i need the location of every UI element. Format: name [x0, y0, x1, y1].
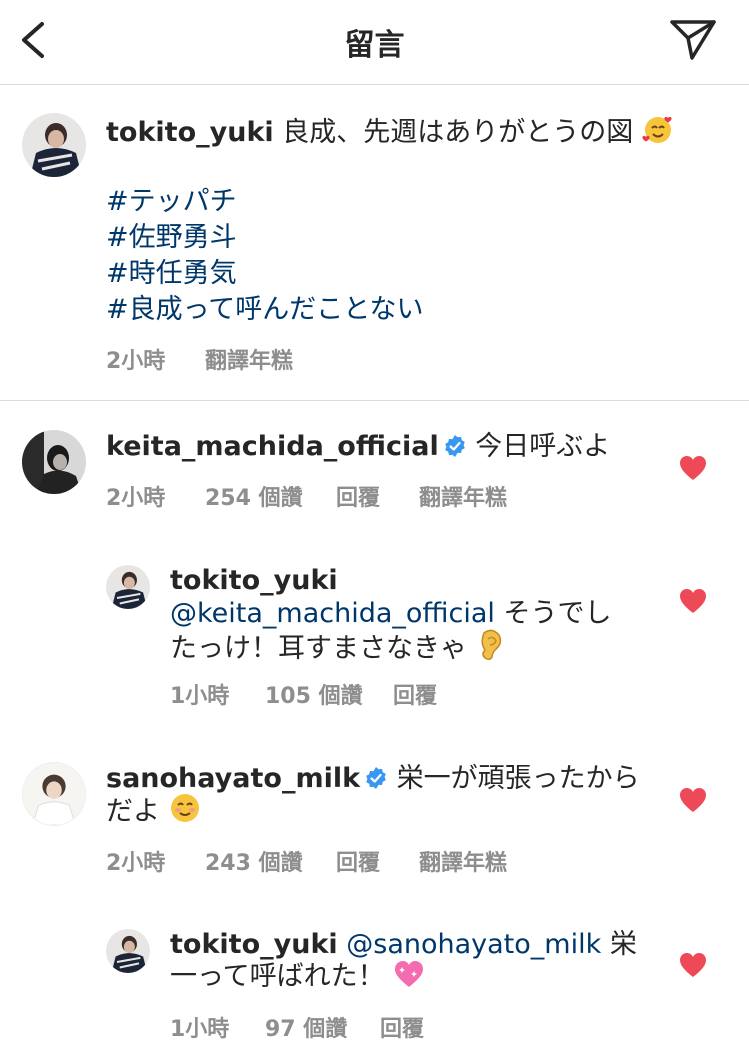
likes-count[interactable]: 254 個讚	[205, 480, 303, 512]
reply-button[interactable]: 回覆	[380, 1011, 424, 1043]
reply-button[interactable]: 回覆	[336, 480, 380, 512]
timestamp: 2小時	[106, 851, 166, 876]
likes-count[interactable]: 105 個讚	[265, 678, 363, 710]
reply-username: tokito_yuki	[170, 565, 338, 596]
comment-username[interactable]: keita_machida_official	[106, 431, 439, 462]
page-title: 留言	[344, 28, 405, 63]
heart-icon[interactable]	[679, 787, 707, 813]
avatar[interactable]	[22, 762, 86, 826]
heart-icon[interactable]	[679, 588, 707, 614]
mention-link[interactable]: @keita_machida_official	[170, 598, 495, 629]
heart-icon[interactable]	[679, 455, 707, 481]
sparkling-heart-icon	[395, 961, 424, 987]
verified-badge-icon	[444, 435, 465, 457]
paper-plane-icon[interactable]	[666, 14, 720, 64]
translate-link[interactable]: 翻譯年糕	[205, 343, 293, 375]
likes-count[interactable]: 243 個讚	[205, 845, 303, 877]
ear-icon	[481, 629, 501, 661]
header-bar: 留言	[0, 0, 749, 85]
caption-username[interactable]: tokito_yuki	[106, 117, 274, 148]
avatar[interactable]	[22, 430, 86, 494]
hashtag[interactable]: #テッパチ	[106, 183, 237, 220]
hashtag[interactable]: #佐野勇斗	[106, 219, 237, 256]
reply-username[interactable]: tokito_yuki	[170, 929, 338, 960]
timestamp: 2小時	[106, 486, 166, 511]
timestamp: 1小時	[170, 1017, 230, 1042]
heart-icon[interactable]	[679, 952, 707, 978]
smiling-face-with-hearts-icon	[642, 116, 672, 143]
avatar[interactable]	[106, 565, 150, 609]
translate-link[interactable]: 翻譯年糕	[419, 480, 507, 512]
avatar[interactable]	[106, 929, 150, 973]
avatar[interactable]	[22, 113, 86, 177]
comment-body: 栄一が頑張ったから	[388, 763, 640, 794]
hashtag[interactable]: #良成って呼んだことない	[106, 291, 423, 328]
comment-username[interactable]: sanohayato_milk	[106, 763, 360, 794]
timestamp: 1小時	[170, 684, 230, 709]
mention-link[interactable]: @sanohayato_milk	[346, 929, 601, 960]
translate-link[interactable]: 翻譯年糕	[419, 845, 507, 877]
reply-button[interactable]: 回覆	[393, 678, 437, 710]
reply-text-line: 一って呼ばれた！	[170, 958, 425, 995]
timestamp: 2小時	[106, 349, 166, 374]
verified-badge-icon	[366, 767, 386, 789]
likes-count[interactable]: 97 個讚	[265, 1011, 347, 1043]
caption-text: tokito_yuki 良成、先週はありがとうの図	[106, 113, 726, 151]
comment-text-line: だよ	[106, 792, 201, 830]
divider	[0, 400, 749, 401]
hashtag[interactable]: #時任勇気	[106, 255, 237, 292]
reply-button[interactable]: 回覆	[336, 845, 380, 877]
caption-body: 良成、先週はありがとうの図	[273, 117, 634, 148]
comment-text: keita_machida_official 今日呼ぶよ	[106, 428, 610, 465]
smiling-face-icon	[170, 794, 199, 822]
comment-body: 今日呼ぶよ	[466, 431, 611, 462]
reply-text-line: たっけ！耳すまさなきゃ	[170, 627, 504, 667]
